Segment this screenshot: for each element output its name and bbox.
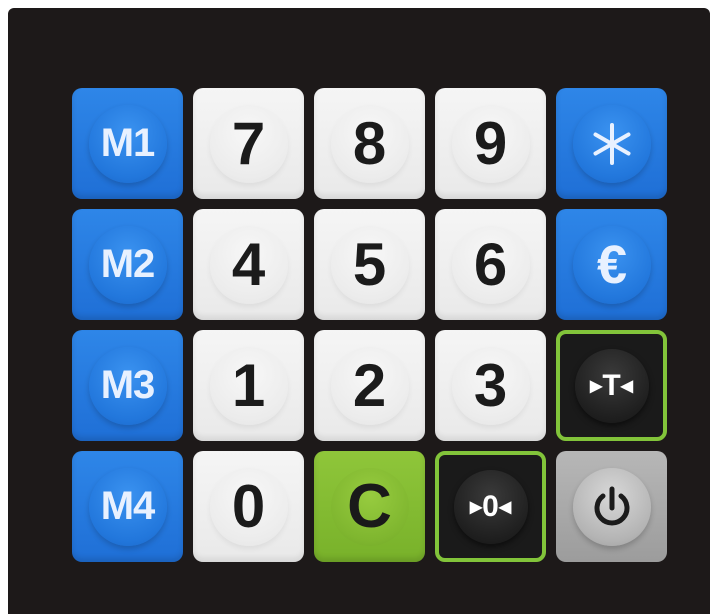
key-dome: M3 [88, 346, 167, 425]
triangle-right-icon: ▶ [590, 377, 603, 395]
asterisk-glyph [593, 122, 630, 165]
key-label: 4 [231, 231, 266, 298]
key-label: 8 [352, 110, 387, 177]
key-dome: 4 [209, 225, 288, 304]
digit-5-key[interactable]: 5 [314, 209, 425, 320]
m3-key[interactable]: M3 [72, 330, 183, 441]
key-label: 1 [231, 352, 266, 419]
euro-icon: € [572, 225, 651, 304]
key-label: 3 [473, 352, 508, 419]
key-dome: 2 [330, 346, 409, 425]
key-label: M1 [100, 121, 156, 165]
key-dome: 1 [209, 346, 288, 425]
digit-9-key[interactable]: 9 [435, 88, 546, 199]
triangle-left-icon: ◀ [620, 377, 633, 395]
key-label: 9 [473, 110, 508, 177]
tare-icon: ▶ T ◀ [574, 348, 649, 423]
power-icon [572, 467, 651, 546]
zero-icon: ▶ 0 ◀ [453, 469, 528, 544]
tare-key[interactable]: ▶ T ◀ [556, 330, 667, 441]
digit-8-key[interactable]: 8 [314, 88, 425, 199]
m2-key[interactable]: M2 [72, 209, 183, 320]
key-dome: M1 [88, 104, 167, 183]
key-dome: 3 [451, 346, 530, 425]
digit-6-key[interactable]: 6 [435, 209, 546, 320]
key-label: € [596, 234, 627, 295]
keypad-panel: M1 7 8 9 M2 4 5 6 € M3 1 2 3 ▶ T ◀ M4 0 … [8, 8, 710, 614]
m4-key[interactable]: M4 [72, 451, 183, 562]
key-label: M2 [100, 242, 156, 286]
key-dome: C [330, 467, 409, 546]
triangle-left-icon: ◀ [498, 498, 512, 516]
power-glyph [594, 486, 629, 525]
key-dome: 0 [209, 467, 288, 546]
digit-7-key[interactable]: 7 [193, 88, 304, 199]
clear-key[interactable]: C [314, 451, 425, 562]
key-label: 0 [231, 473, 266, 540]
key-label: M4 [100, 484, 156, 528]
power-key[interactable] [556, 451, 667, 562]
key-dome: M2 [88, 225, 167, 304]
key-label: C [347, 472, 392, 541]
keypad-grid: M1 7 8 9 M2 4 5 6 € M3 1 2 3 ▶ T ◀ M4 0 … [72, 88, 667, 562]
tare-symbol: ▶ T ◀ [590, 369, 633, 403]
digit-0-key[interactable]: 0 [193, 451, 304, 562]
key-dome: 8 [330, 104, 409, 183]
zero-key[interactable]: ▶ 0 ◀ [435, 451, 546, 562]
key-label: 2 [352, 352, 387, 419]
key-dome: 7 [209, 104, 288, 183]
digit-2-key[interactable]: 2 [314, 330, 425, 441]
zero-symbol: ▶ 0 ◀ [470, 490, 511, 524]
key-label: T [602, 368, 621, 402]
key-label: 6 [473, 231, 508, 298]
key-label: M3 [100, 363, 156, 407]
digit-3-key[interactable]: 3 [435, 330, 546, 441]
key-dome: 6 [451, 225, 530, 304]
m1-key[interactable]: M1 [72, 88, 183, 199]
key-label: 0 [482, 489, 499, 523]
asterisk-key[interactable] [556, 88, 667, 199]
digit-1-key[interactable]: 1 [193, 330, 304, 441]
key-label: 7 [231, 110, 266, 177]
key-dome: 5 [330, 225, 409, 304]
triangle-right-icon: ▶ [469, 498, 483, 516]
key-dome: M4 [88, 467, 167, 546]
euro-key[interactable]: € [556, 209, 667, 320]
digit-4-key[interactable]: 4 [193, 209, 304, 320]
asterisk-icon [572, 104, 651, 183]
key-label: 5 [352, 231, 387, 298]
key-dome: 9 [451, 104, 530, 183]
